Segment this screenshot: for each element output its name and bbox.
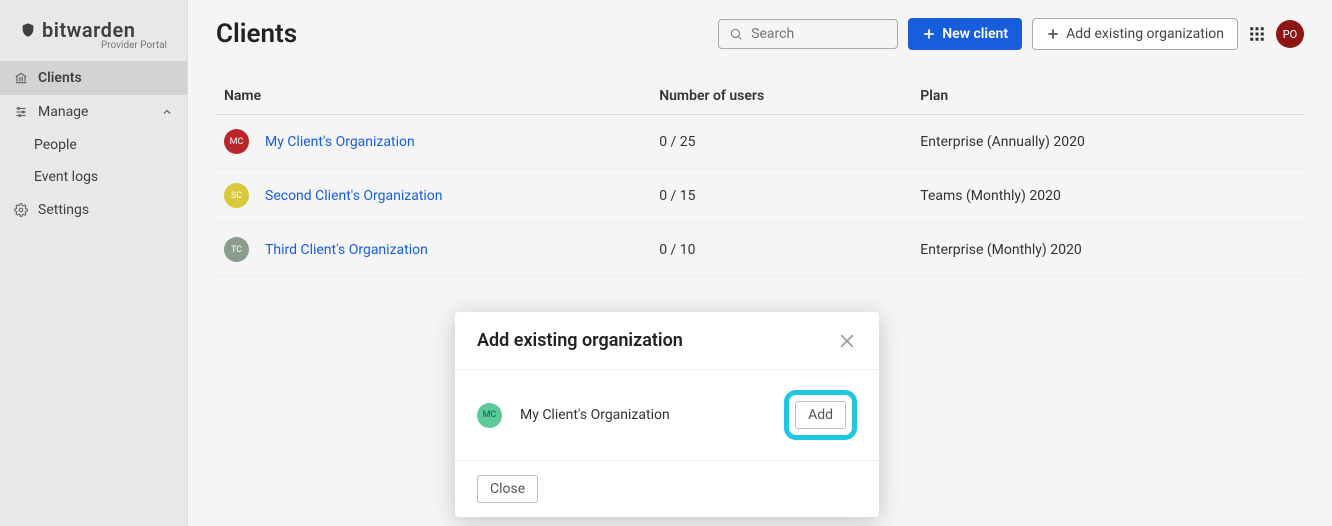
organization-avatar: TC [224, 237, 249, 262]
sidebar: bitwarden Provider Portal Clients Manage… [0, 0, 188, 526]
close-button[interactable]: Close [477, 475, 538, 503]
users-cell: 0 / 25 [651, 115, 912, 169]
chevron-up-icon [161, 106, 173, 118]
organization-link[interactable]: Second Client's Organization [265, 188, 443, 204]
table-row: TC Third Client's Organization 0 / 10Enter… [216, 223, 1304, 277]
bank-icon [14, 71, 28, 85]
highlight-ring: Add [784, 390, 857, 440]
plus-icon [1046, 27, 1060, 41]
sidebar-item-manage[interactable]: Manage [0, 95, 187, 129]
new-client-button[interactable]: New client [908, 18, 1022, 50]
gear-icon [14, 203, 28, 217]
close-icon[interactable] [837, 331, 857, 351]
plus-icon [922, 27, 936, 41]
sidebar-item-label: Settings [38, 202, 89, 218]
sidebar-item-label: Clients [38, 70, 82, 86]
button-label: New client [942, 26, 1008, 42]
column-header-name: Name [216, 78, 651, 115]
page-header: Clients New client Add existing organiza… [216, 18, 1304, 50]
sliders-icon [14, 105, 28, 119]
search-icon [729, 27, 743, 41]
organization-link[interactable]: Third Client's Organization [265, 242, 428, 258]
table-row: SC Second Client's Organization 0 / 15Team… [216, 169, 1304, 223]
plan-cell: Enterprise (Monthly) 2020 [912, 223, 1304, 277]
organization-link[interactable]: My Client's Organization [265, 134, 415, 150]
plan-cell: Teams (Monthly) 2020 [912, 169, 1304, 223]
shield-icon [20, 22, 36, 38]
clients-table: Name Number of users Plan MC My Client's … [216, 78, 1304, 277]
brand-name: bitwarden [42, 18, 135, 42]
add-button[interactable]: Add [795, 401, 846, 429]
organization-avatar: SC [224, 183, 249, 208]
page-title: Clients [216, 19, 297, 49]
add-existing-organization-modal: Add existing organization MC My Client's… [455, 312, 879, 517]
apps-grid-icon[interactable] [1248, 25, 1266, 43]
sidebar-item-clients[interactable]: Clients [0, 61, 187, 95]
modal-organization-row: MC My Client's Organization Add [477, 390, 857, 440]
organization-name: My Client's Organization [520, 407, 766, 423]
column-header-users: Number of users [651, 78, 912, 115]
sidebar-item-settings[interactable]: Settings [0, 193, 187, 227]
plan-cell: Enterprise (Annually) 2020 [912, 115, 1304, 169]
table-row: MC My Client's Organization 0 / 25Enterpri… [216, 115, 1304, 169]
sidebar-item-label: Manage [38, 104, 88, 120]
button-label: Add existing organization [1066, 26, 1224, 42]
sidebar-item-label: Event logs [34, 169, 98, 185]
organization-avatar: MC [477, 403, 502, 428]
users-cell: 0 / 10 [651, 223, 912, 277]
sidebar-item-label: People [34, 137, 77, 153]
sidebar-item-people[interactable]: People [0, 129, 187, 161]
brand-block: bitwarden Provider Portal [0, 0, 187, 61]
search-input[interactable] [743, 26, 887, 42]
user-avatar[interactable]: PO [1276, 20, 1304, 48]
add-existing-organization-button[interactable]: Add existing organization [1032, 18, 1238, 50]
search-input-wrapper[interactable] [718, 19, 898, 49]
modal-title: Add existing organization [477, 330, 683, 351]
column-header-plan: Plan [912, 78, 1304, 115]
users-cell: 0 / 15 [651, 169, 912, 223]
organization-avatar: MC [224, 129, 249, 154]
sidebar-item-event-logs[interactable]: Event logs [0, 161, 187, 193]
